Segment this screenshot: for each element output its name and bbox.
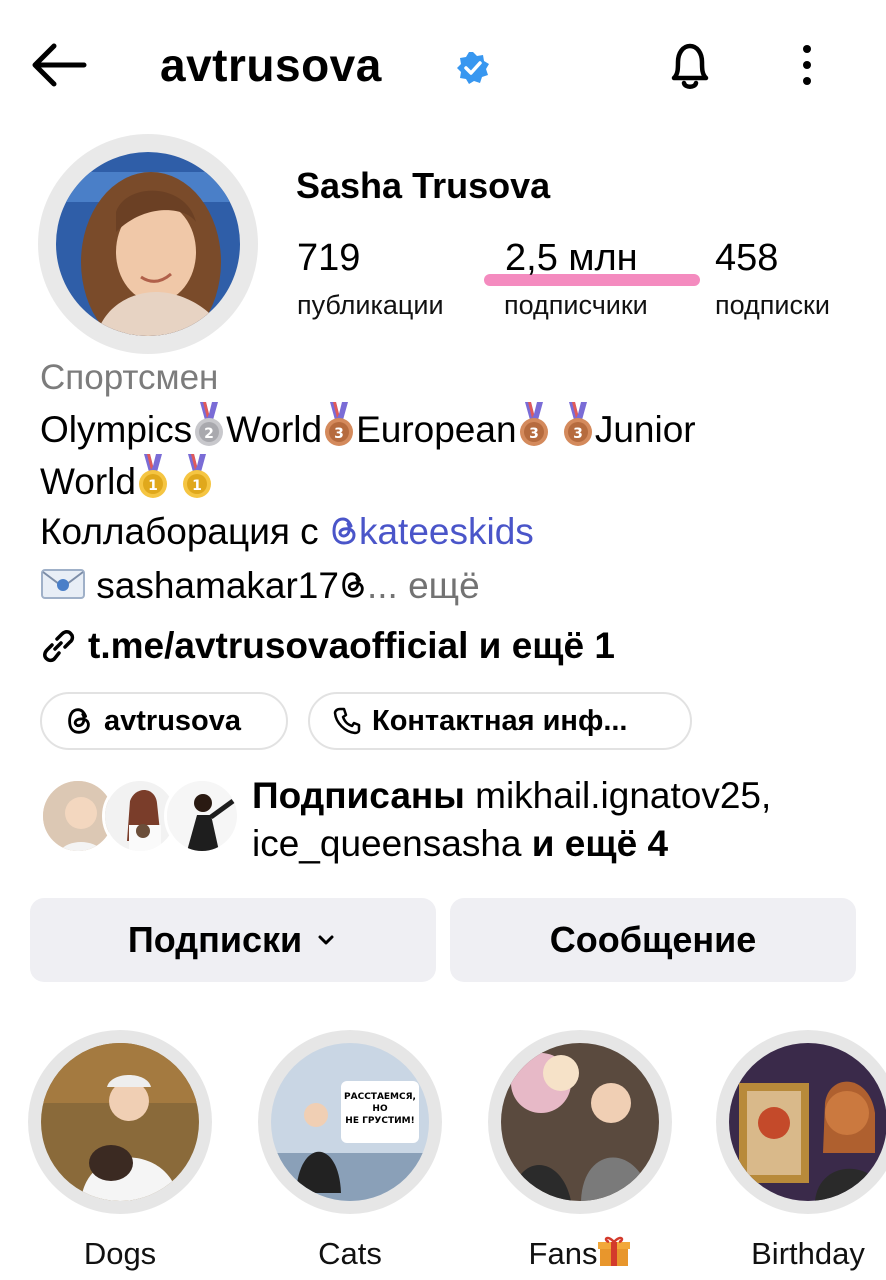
- highlight-cover: РАССТАЕМСЯ, НО НЕ ГРУСТИМ!: [271, 1043, 429, 1201]
- collab-prefix: Коллаборация с: [40, 511, 319, 552]
- highlight-cover: [501, 1043, 659, 1201]
- contact-info-chip[interactable]: Контактная инф...: [308, 692, 692, 750]
- mutual-avatar: [164, 778, 240, 854]
- bronze-medal-icon: [517, 402, 551, 448]
- mutual-name-1: mikhail.ignatov25,: [475, 775, 772, 816]
- chevron-down-icon: [318, 935, 334, 945]
- highlight-label: Dogs: [83, 1236, 157, 1271]
- silver-medal-icon: [192, 402, 226, 448]
- profile-full-name: Sasha Trusova: [296, 165, 551, 206]
- mutual-name-2: ice_queensasha: [252, 823, 522, 864]
- highlight-cover: [729, 1043, 886, 1201]
- highlight-cats[interactable]: РАССТАЕМСЯ, НО НЕ ГРУСТИМ! Cats: [258, 1030, 442, 1274]
- threads-chip-label: avtrusova: [104, 704, 242, 737]
- gift-icon: [598, 1236, 631, 1266]
- highlight-fans[interactable]: Fans: [488, 1030, 672, 1274]
- following-button[interactable]: Подписки: [30, 898, 436, 982]
- following-count[interactable]: 458: [715, 234, 778, 282]
- story-sign-line2: НО: [372, 1104, 388, 1114]
- profile-username: avtrusova: [160, 39, 382, 91]
- phone-icon: [333, 707, 361, 735]
- contact-chip-label: Контактная инф...: [372, 704, 628, 737]
- threads-icon: [332, 517, 356, 545]
- threads-icon: [342, 572, 364, 598]
- bio-european: European: [356, 409, 517, 450]
- threads-icon: [68, 708, 90, 734]
- highlight-dogs[interactable]: Dogs: [28, 1030, 212, 1274]
- notification-bell-icon[interactable]: [660, 36, 720, 96]
- link-icon: [43, 630, 75, 663]
- followers-label: подписчики: [504, 290, 648, 320]
- highlight-cover: [41, 1043, 199, 1201]
- posts-count[interactable]: 719: [297, 234, 360, 282]
- highlight-label: Birthday: [751, 1236, 865, 1271]
- verified-badge-icon: [456, 51, 490, 85]
- bio-world-2: World: [40, 461, 136, 502]
- external-link[interactable]: t.me/avtrusovaofficial и ещё 1: [38, 620, 615, 672]
- more-options-icon[interactable]: [790, 40, 824, 90]
- threads-chip[interactable]: avtrusova: [40, 692, 288, 750]
- collab-mention[interactable]: kateeskids: [329, 511, 534, 552]
- collab-handle[interactable]: kateeskids: [359, 511, 534, 552]
- bio-line-world: World: [40, 454, 214, 508]
- bio-junior: Junior: [594, 409, 696, 450]
- highlight-label: Cats: [318, 1236, 382, 1271]
- bronze-medal-icon: [322, 402, 356, 448]
- following-label: подписки: [715, 290, 830, 320]
- bio-line-medals: Olympics World European Junior: [40, 402, 696, 456]
- more-bio-link[interactable]: ... ещё: [367, 565, 480, 606]
- avatar-photo: [56, 152, 240, 336]
- email-text: sashamakar17: [96, 565, 339, 606]
- story-sign-line1: РАССТАЕМСЯ,: [344, 1092, 416, 1102]
- followers-count[interactable]: 2,5 млн: [505, 234, 638, 282]
- mutual-suffix: и ещё 4: [531, 823, 669, 864]
- gold-medal-icon: [180, 454, 214, 500]
- bio-email: sashamakar17 ... ещё: [40, 560, 480, 612]
- highlight-birthday[interactable]: Birthday: [716, 1030, 886, 1274]
- highlight-label: Fans: [488, 1234, 672, 1274]
- gold-medal-icon: [136, 454, 170, 500]
- following-button-label: Подписки: [127, 919, 303, 960]
- message-button[interactable]: Сообщение: [450, 898, 856, 982]
- mutual-followers-avatars[interactable]: [40, 778, 240, 856]
- profile-avatar[interactable]: [38, 134, 258, 354]
- story-sign-line3: НЕ ГРУСТИМ!: [345, 1116, 414, 1126]
- bio-world: World: [226, 409, 323, 450]
- bio-olympics: Olympics: [40, 409, 193, 450]
- envelope-icon: [41, 569, 85, 599]
- message-button-label: Сообщение: [549, 919, 757, 960]
- highlight-label-text: Fans: [528, 1236, 598, 1271]
- posts-label: публикации: [297, 290, 444, 320]
- profile-category: Спортсмен: [40, 358, 219, 397]
- link-text[interactable]: t.me/avtrusovaofficial и ещё 1: [88, 620, 615, 672]
- mutual-prefix: Подписаны: [252, 775, 465, 816]
- bronze-medal-icon: [561, 402, 595, 448]
- mutual-followers-text[interactable]: Подписаны mikhail.ignatov25, ice_queensa…: [252, 772, 872, 868]
- back-arrow-icon[interactable]: [28, 36, 90, 94]
- bio-collab: Коллаборация с kateeskids: [40, 506, 534, 558]
